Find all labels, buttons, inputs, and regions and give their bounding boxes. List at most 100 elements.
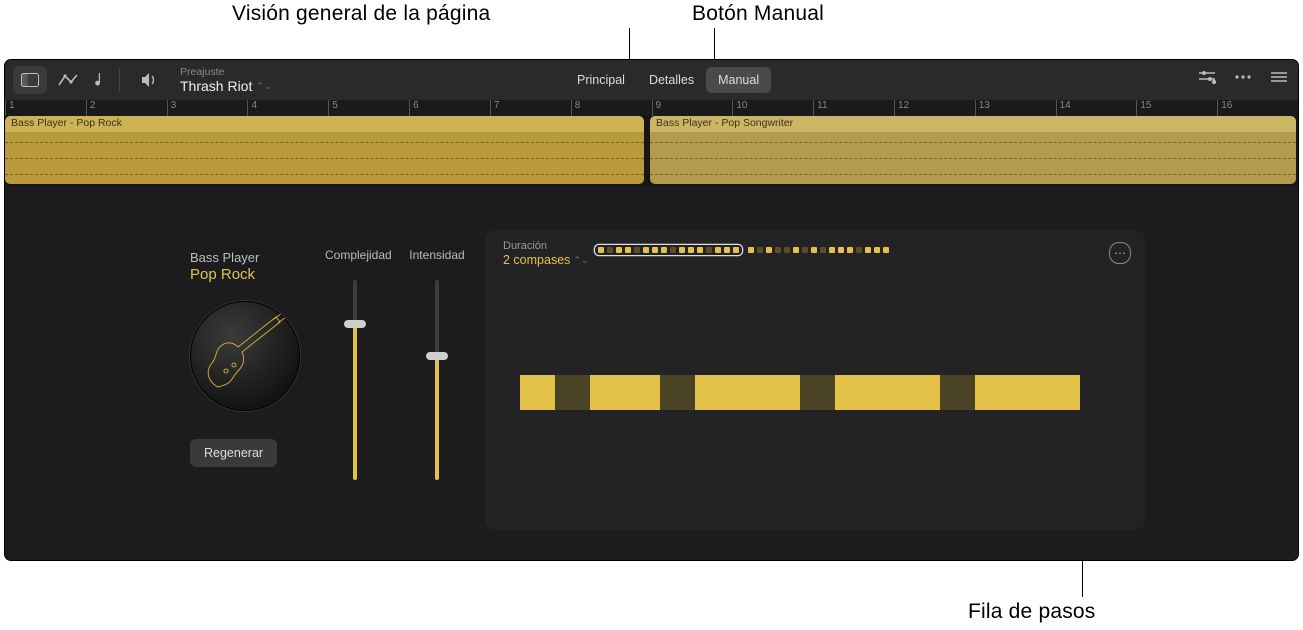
step-cell[interactable] (660, 375, 695, 410)
overview-step-dot (625, 247, 631, 253)
preset-label: Preajuste (180, 66, 271, 78)
preset-value: Thrash Riot (180, 78, 252, 94)
overview-step-dot (706, 247, 712, 253)
page-overview[interactable] (595, 245, 892, 255)
step-cell[interactable] (800, 375, 835, 410)
tab-principal[interactable]: Principal (565, 67, 637, 93)
region-title: Bass Player - Pop Rock (5, 116, 644, 133)
step-cell[interactable] (870, 375, 905, 410)
volume-button[interactable] (136, 66, 162, 94)
bar-ruler[interactable]: 12345678910111213141516 (5, 100, 1298, 117)
ruler-tick: 16 (1217, 100, 1232, 116)
overview-step-dot (661, 247, 667, 253)
overview-step-dot (715, 247, 721, 253)
overview-step-dot (838, 247, 844, 253)
ruler-tick: 2 (86, 100, 96, 116)
overview-step-dot (883, 247, 889, 253)
overview-step-dot (820, 247, 826, 253)
overview-step-dot (643, 247, 649, 253)
preset-selector[interactable]: Preajuste Thrash Riot ⌃⌄ (180, 66, 271, 94)
slider-thumb[interactable] (426, 352, 448, 360)
more-button[interactable] (1232, 66, 1254, 88)
automation-icon (58, 73, 78, 87)
catch-button[interactable] (89, 66, 109, 94)
settings-button[interactable] (1196, 66, 1218, 88)
overview-step-dot (652, 247, 658, 253)
overview-step-dot (856, 247, 862, 253)
callout-steprow: Fila de pasos (968, 600, 1096, 624)
overview-step-dot (829, 247, 835, 253)
step-cell[interactable] (975, 375, 1010, 410)
overview-step-dot (598, 247, 604, 253)
complexity-slider[interactable] (353, 280, 357, 480)
overview-step-dot (616, 247, 622, 253)
overview-step-dot (757, 247, 763, 253)
note-icon (95, 72, 103, 88)
ruler-tick: 15 (1136, 100, 1151, 116)
session-player-panel: Bass Player Pop Rock Regenerar (5, 190, 1298, 560)
step-cell[interactable] (695, 375, 730, 410)
bass-guitar-icon (198, 309, 294, 405)
overview-step-dot (802, 247, 808, 253)
intensity-slider[interactable] (435, 280, 439, 480)
step-cell[interactable] (590, 375, 625, 410)
toolbar-right (1196, 66, 1290, 88)
step-cell[interactable] (940, 375, 975, 410)
overview-page[interactable] (745, 245, 892, 255)
ruler-tick: 9 (652, 100, 662, 116)
ruler-tick: 5 (328, 100, 338, 116)
ruler-tick: 7 (490, 100, 500, 116)
overview-step-dot (766, 247, 772, 253)
ruler-tick: 14 (1056, 100, 1071, 116)
tab-detalles[interactable]: Detalles (637, 67, 706, 93)
region-pop-rock[interactable]: Bass Player - Pop Rock (5, 116, 644, 184)
ruler-tick: 13 (975, 100, 990, 116)
intensity-slider-block: Intensidad (407, 248, 467, 480)
overview-step-dot (733, 247, 739, 253)
step-cell[interactable] (555, 375, 590, 410)
duration-selector[interactable]: 2 compases⌃⌄ (503, 253, 589, 267)
overview-step-dot (697, 247, 703, 253)
automation-button[interactable] (53, 66, 83, 94)
chevron-updown-icon: ⌃⌄ (256, 81, 271, 92)
step-cell[interactable] (520, 375, 555, 410)
step-cell[interactable] (765, 375, 800, 410)
manual-step-panel: Duración 2 compases⌃⌄ ⋯ (485, 230, 1145, 530)
ruler-tick: 1 (5, 100, 15, 116)
slider-thumb[interactable] (344, 320, 366, 328)
step-cell[interactable] (835, 375, 870, 410)
toolbar: Preajuste Thrash Riot ⌃⌄ Principal Detall… (5, 60, 1298, 100)
editor-window: Preajuste Thrash Riot ⌃⌄ Principal Detall… (5, 60, 1298, 560)
step-cell[interactable] (625, 375, 660, 410)
overview-step-dot (688, 247, 694, 253)
overview-page[interactable] (595, 245, 742, 255)
overview-step-dot (670, 247, 676, 253)
region-title: Bass Player - Pop Songwriter (650, 116, 1296, 133)
regenerate-button[interactable]: Regenerar (190, 439, 277, 467)
overview-step-dot (811, 247, 817, 253)
overview-step-dot (865, 247, 871, 253)
step-cell[interactable] (730, 375, 765, 410)
tab-manual[interactable]: Manual (706, 67, 771, 93)
overview-step-dot (607, 247, 613, 253)
step-cell[interactable] (905, 375, 940, 410)
player-avatar[interactable] (190, 301, 300, 411)
overview-step-dot (874, 247, 880, 253)
ruler-tick: 11 (813, 100, 827, 116)
overview-step-dot (748, 247, 754, 253)
ruler-tick: 4 (247, 100, 257, 116)
ruler-tick: 8 (571, 100, 581, 116)
list-button[interactable] (1268, 66, 1290, 88)
inspector-toggle-button[interactable] (13, 66, 47, 94)
list-icon (1270, 71, 1288, 83)
duration-label: Duración (503, 240, 589, 252)
step-cell[interactable] (1010, 375, 1045, 410)
callout-manual: Botón Manual (692, 2, 824, 26)
ruler-tick: 10 (732, 100, 747, 116)
divider (119, 68, 120, 92)
speaker-icon (140, 72, 158, 88)
region-pop-songwriter[interactable]: Bass Player - Pop Songwriter (650, 116, 1296, 184)
overview-step-dot (784, 247, 790, 253)
step-cell[interactable] (1045, 375, 1080, 410)
panel-more-button[interactable]: ⋯ (1109, 242, 1131, 264)
